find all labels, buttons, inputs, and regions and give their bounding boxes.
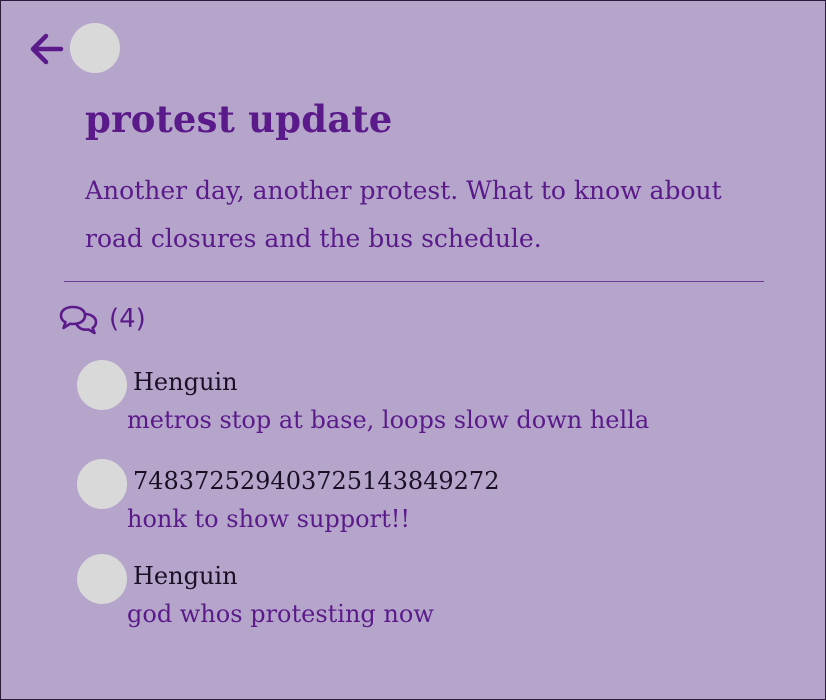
comment-item: 748372529403725143849272 honk to show su… (77, 459, 777, 539)
post-summary: Another day, another protest. What to kn… (85, 176, 722, 253)
comment-text: honk to show support!! (127, 505, 411, 533)
commenter-avatar[interactable] (77, 459, 127, 509)
author-avatar[interactable] (70, 23, 120, 73)
comment-text: metros stop at base, loops slow down hel… (127, 406, 650, 434)
arrow-left-icon (30, 33, 64, 65)
commenter-avatar[interactable] (77, 554, 127, 604)
commenter-username[interactable]: Henguin (133, 368, 238, 396)
divider (64, 281, 764, 282)
back-button[interactable] (27, 31, 65, 67)
comment-item: Henguin god whos protesting now (77, 554, 777, 634)
comment-item: Henguin metros stop at base, loops slow … (77, 360, 777, 440)
post-title: protest update (85, 97, 393, 141)
app-frame: protest update Another day, another prot… (0, 0, 826, 700)
comment-text: god whos protesting now (127, 600, 434, 628)
speech-bubbles-icon (59, 305, 98, 335)
commenter-username[interactable]: 748372529403725143849272 (133, 467, 499, 495)
commenter-avatar[interactable] (77, 360, 127, 410)
comments-toggle[interactable]: (4) (59, 299, 146, 339)
comment-count: (4) (109, 304, 146, 334)
commenter-username[interactable]: Henguin (133, 562, 238, 590)
